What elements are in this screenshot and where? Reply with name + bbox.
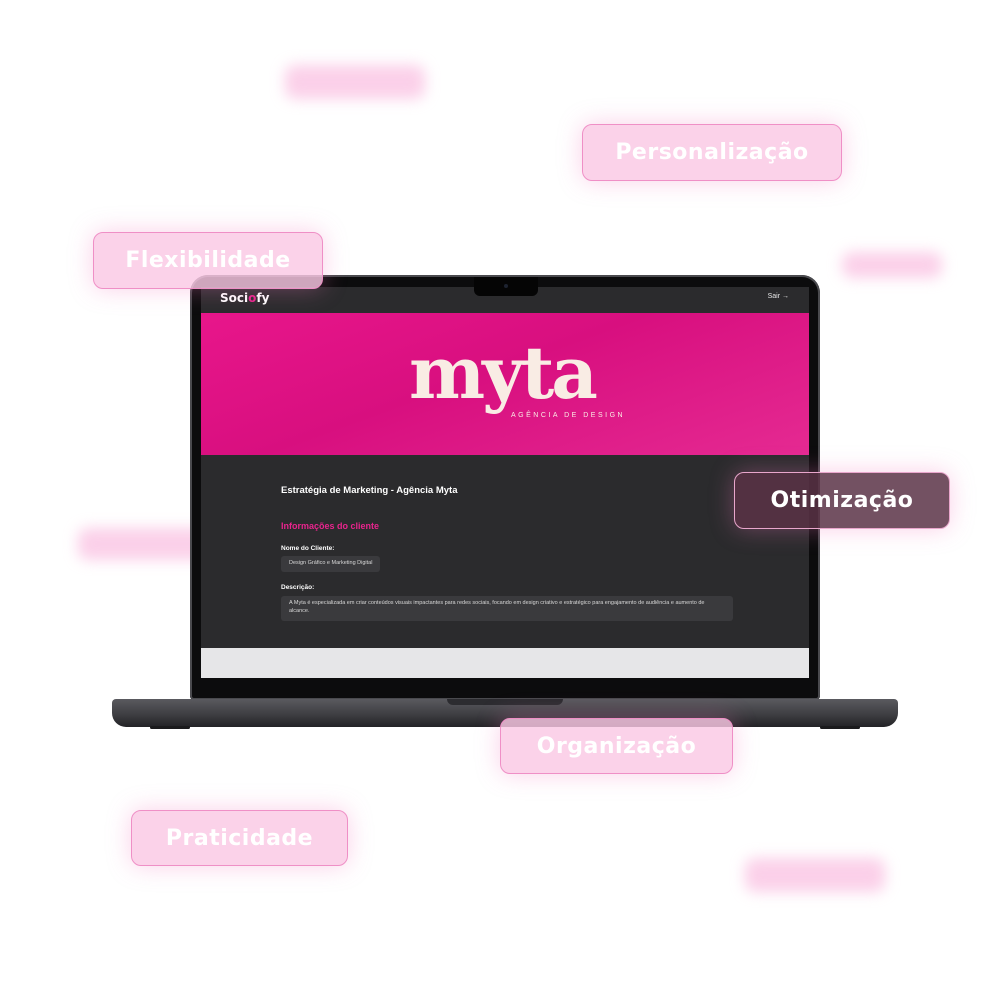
feature-pill-personalizacao: Personalização [582, 124, 842, 181]
sociofy-logo[interactable]: Sociofy [220, 291, 269, 305]
feature-pill-flexibilidade: Flexibilidade [93, 232, 323, 289]
camera-icon [504, 284, 508, 288]
project-content: Estratégia de Marketing - Agência Myta I… [201, 455, 809, 648]
app-screen: Sociofy Sair → myta AGÊNCIA DE DESIGN Es… [201, 287, 809, 678]
myta-tagline: AGÊNCIA DE DESIGN [511, 412, 626, 419]
project-title: Estratégia de Marketing - Agência Myta [281, 485, 458, 496]
myta-logo: myta [409, 330, 598, 415]
client-name-field[interactable]: Design Gráfico e Marketing Digital [281, 556, 381, 572]
logout-button[interactable]: Sair → [768, 293, 789, 300]
client-banner: myta AGÊNCIA DE DESIGN [201, 313, 809, 455]
blurred-tag [745, 858, 885, 892]
feature-pill-organizacao: Organização [500, 718, 733, 774]
feature-pill-otimizacao: Otimização [734, 472, 950, 529]
laptop-foot [150, 726, 190, 729]
feature-pill-praticidade: Praticidade [131, 810, 348, 866]
page-footer [201, 648, 809, 678]
laptop-foot [820, 726, 860, 729]
description-label: Descrição: [281, 584, 315, 591]
description-field[interactable]: A Myta é especializada em criar conteúdo… [281, 596, 733, 621]
client-name-label: Nome do Cliente: [281, 545, 335, 552]
section-title: Informações do cliente [281, 521, 380, 531]
laptop-groove [447, 699, 563, 705]
blurred-tag [842, 252, 942, 278]
blurred-tag [285, 65, 425, 99]
